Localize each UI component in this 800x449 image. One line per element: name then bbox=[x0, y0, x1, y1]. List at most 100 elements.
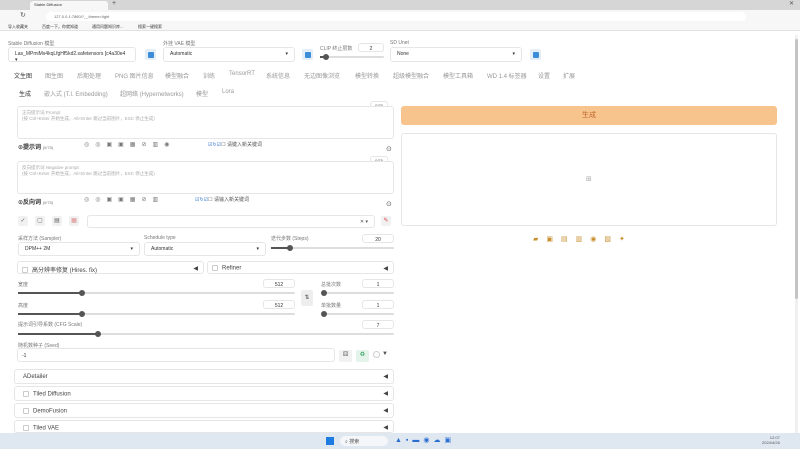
unet-label: SD Unet bbox=[390, 40, 409, 46]
clip-input[interactable]: 2 bbox=[358, 43, 384, 52]
width-label: 宽度 bbox=[18, 282, 29, 288]
scrollbar[interactable] bbox=[795, 35, 798, 433]
tab-extras[interactable]: 后期处理 bbox=[77, 71, 101, 80]
sampler-select[interactable]: DPM++ 2M ▾ bbox=[18, 242, 140, 256]
hires-fix-accordion[interactable]: 高分辨率修复 (Hires. fix) ◀ bbox=[17, 261, 204, 274]
tab-tensorrt[interactable]: TensorRT bbox=[229, 71, 255, 77]
tab-generate[interactable]: 生成 bbox=[19, 89, 31, 98]
taskbar-search[interactable]: ⌕ 搜索 bbox=[340, 436, 388, 446]
tab-txt2img[interactable]: 文生图 bbox=[14, 71, 32, 80]
width-input[interactable]: 512 bbox=[263, 279, 295, 288]
edit-styles-icon[interactable]: ✎ bbox=[381, 216, 391, 226]
negative-prompt-textarea[interactable]: 反向提示词 Negative prompt (按 Ctrl+Enter 开始生成… bbox=[17, 161, 394, 194]
tab-checkpoints[interactable]: 模型 bbox=[196, 89, 208, 98]
width-slider[interactable] bbox=[18, 290, 295, 296]
tab-model-convert[interactable]: 模型转换 bbox=[355, 71, 379, 80]
clock[interactable]: 12:07 2024/4/26 bbox=[762, 435, 780, 445]
tab-png-info[interactable]: PNG 图片信息 bbox=[115, 71, 154, 80]
tab-extensions[interactable]: 扩展 bbox=[563, 71, 575, 80]
tab-train[interactable]: 训练 bbox=[203, 71, 215, 80]
image-placeholder-icon: ⊞ bbox=[586, 176, 592, 183]
address-bar: ↻ 127.0.0.1:7860/?__theme=light bbox=[0, 10, 800, 22]
tab-system-info[interactable]: 系统信息 bbox=[266, 71, 290, 80]
extra-seed-checkbox[interactable] bbox=[373, 351, 380, 358]
bookmarks-bar: 导入收藏夹 百度一下，你就知道 通用问题知识库... 搜索一键搜索 bbox=[0, 22, 800, 31]
model-select[interactable]: Las_MPmiMx4kqLfgHf5kd2.safetensors [c4a3… bbox=[8, 47, 136, 63]
tab-hypernetworks[interactable]: 超网络 (Hypernetworks) bbox=[120, 89, 184, 98]
tab-embedding[interactable]: 嵌入式 (T.I. Embedding) bbox=[44, 89, 108, 98]
random-seed-icon[interactable]: ⚄ bbox=[339, 350, 352, 362]
trash-icon[interactable]: ▤ bbox=[52, 216, 62, 226]
reuse-seed-icon[interactable]: ♻ bbox=[356, 350, 369, 362]
height-slider[interactable] bbox=[18, 311, 295, 317]
tab-super-merge[interactable]: 超级模型融合 bbox=[393, 71, 429, 80]
clip-slider[interactable] bbox=[320, 54, 384, 60]
schedule-select[interactable]: Automatic ▾ bbox=[144, 242, 266, 256]
tab-model-toolkit[interactable]: 模型工具箱 bbox=[443, 71, 473, 80]
main-tabs: 文生图 图生图 后期处理 PNG 图片信息 模型融合 训练 TensorRT 系… bbox=[0, 71, 800, 81]
expand-seed-icon[interactable]: ▼ bbox=[382, 351, 388, 357]
accordion-tiled-vae[interactable]: Tiled VAE ◀ bbox=[14, 420, 394, 433]
windows-start-icon[interactable] bbox=[326, 437, 334, 445]
height-label: 高度 bbox=[18, 303, 29, 309]
refresh-vae-icon[interactable] bbox=[302, 49, 313, 60]
refiner-accordion[interactable]: Refiner ◀ bbox=[207, 261, 394, 274]
steps-slider[interactable] bbox=[271, 245, 394, 251]
sub-tabs: 生成 嵌入式 (T.I. Embedding) 超网络 (Hypernetwor… bbox=[0, 89, 400, 98]
accordion-demofusion[interactable]: DemoFusion ◀ bbox=[14, 403, 394, 418]
bookmark[interactable]: 通用问题知识库... bbox=[92, 24, 123, 30]
tab-wd-tagger[interactable]: WD 1.4 标签器 bbox=[487, 71, 527, 80]
schedule-label: Schedule type bbox=[144, 235, 176, 241]
image-output-area: ⊞ bbox=[401, 133, 777, 226]
accordion-tiled-diffusion[interactable]: Tiled Diffusion ◀ bbox=[14, 386, 394, 401]
accordion-adetailer[interactable]: ADetailer ◀ bbox=[14, 369, 394, 384]
cfg-slider[interactable] bbox=[18, 331, 394, 337]
browser-tab-bar: Stable Diffusion + ✕ bbox=[0, 0, 800, 10]
tab-lora[interactable]: Lora bbox=[222, 89, 234, 95]
tab-merge[interactable]: 模型融合 bbox=[165, 71, 189, 80]
refresh-unet-icon[interactable] bbox=[530, 49, 541, 60]
new-tab-icon[interactable]: + bbox=[112, 0, 116, 7]
swap-dimensions-icon[interactable]: ⇅ bbox=[301, 290, 313, 306]
cfg-label: 提示词引导系数 (CFG Scale) bbox=[18, 322, 83, 328]
batch-size-slider[interactable] bbox=[321, 311, 394, 317]
refresh-icon[interactable]: ↻ bbox=[20, 11, 26, 19]
browser-tab[interactable]: Stable Diffusion bbox=[30, 1, 108, 10]
styles-select[interactable]: ✕ ▾ bbox=[87, 215, 375, 228]
tab-settings[interactable]: 设置 bbox=[538, 71, 550, 80]
bookmark[interactable]: 搜索一键搜索 bbox=[138, 24, 162, 30]
negative-tool-icons[interactable]: ◎◎▣▣▦⊘▥ bbox=[84, 196, 164, 203]
close-window-icon[interactable]: ✕ bbox=[789, 0, 794, 7]
copy-icon[interactable]: ▢ bbox=[35, 216, 45, 226]
tab-img2img[interactable]: 图生图 bbox=[45, 71, 63, 80]
cfg-input[interactable]: 7 bbox=[362, 320, 394, 329]
height-input[interactable]: 512 bbox=[263, 300, 295, 309]
taskbar: ⌕ 搜索 ▲▪▬◉☁▣ 12:07 2024/4/26 bbox=[0, 433, 800, 449]
vae-label: 外挂 VAE 模型 bbox=[163, 41, 196, 47]
steps-input[interactable]: 20 bbox=[362, 234, 394, 243]
vae-select[interactable]: Automatic ▾ bbox=[163, 47, 295, 62]
negative-keyword-input[interactable]: ☑↻☑☐ 请输入新关键词 bbox=[195, 196, 249, 203]
collapse-up-icon[interactable]: ⊙ bbox=[386, 200, 392, 208]
generate-button[interactable]: 生成 bbox=[401, 106, 777, 125]
bookmark[interactable]: 百度一下，你就知道 bbox=[42, 24, 78, 30]
unet-select[interactable]: None ▾ bbox=[390, 47, 522, 62]
batch-count-input[interactable]: 1 bbox=[362, 279, 394, 288]
batch-count-label: 总批次数 bbox=[321, 282, 342, 288]
apply-style-icon[interactable]: ✓ bbox=[18, 216, 28, 226]
prompt-keyword-input[interactable]: ☑↻☑☐ 请键入新关键词 bbox=[208, 141, 262, 148]
prompt-label: ⊙提示词 (0/75) bbox=[18, 145, 54, 151]
tab-image-browser[interactable]: 无边图像浏览 bbox=[304, 71, 340, 80]
taskbar-apps[interactable]: ▲▪▬◉☁▣ bbox=[395, 436, 455, 444]
refresh-model-icon[interactable] bbox=[145, 49, 156, 60]
batch-count-slider[interactable] bbox=[321, 290, 394, 296]
clipboard-icon[interactable]: ▦ bbox=[69, 216, 79, 226]
prompt-tool-icons[interactable]: ◎◎▣▣▦⊘▥◉ bbox=[84, 141, 175, 148]
collapse-up-icon[interactable]: ⊙ bbox=[386, 145, 392, 153]
seed-input[interactable]: -1 bbox=[17, 348, 335, 362]
bookmark[interactable]: 导入收藏夹 bbox=[8, 24, 28, 30]
output-action-icons[interactable]: ▰▣▤▥◉▧✦ bbox=[533, 235, 633, 243]
prompt-textarea[interactable]: 正向提示词 Prompt (按 Ctrl+Enter 开始生成，Alt+Ente… bbox=[17, 106, 394, 139]
batch-size-input[interactable]: 1 bbox=[362, 300, 394, 309]
url-field[interactable]: 127.0.0.1:7860/?__theme=light bbox=[46, 12, 746, 21]
